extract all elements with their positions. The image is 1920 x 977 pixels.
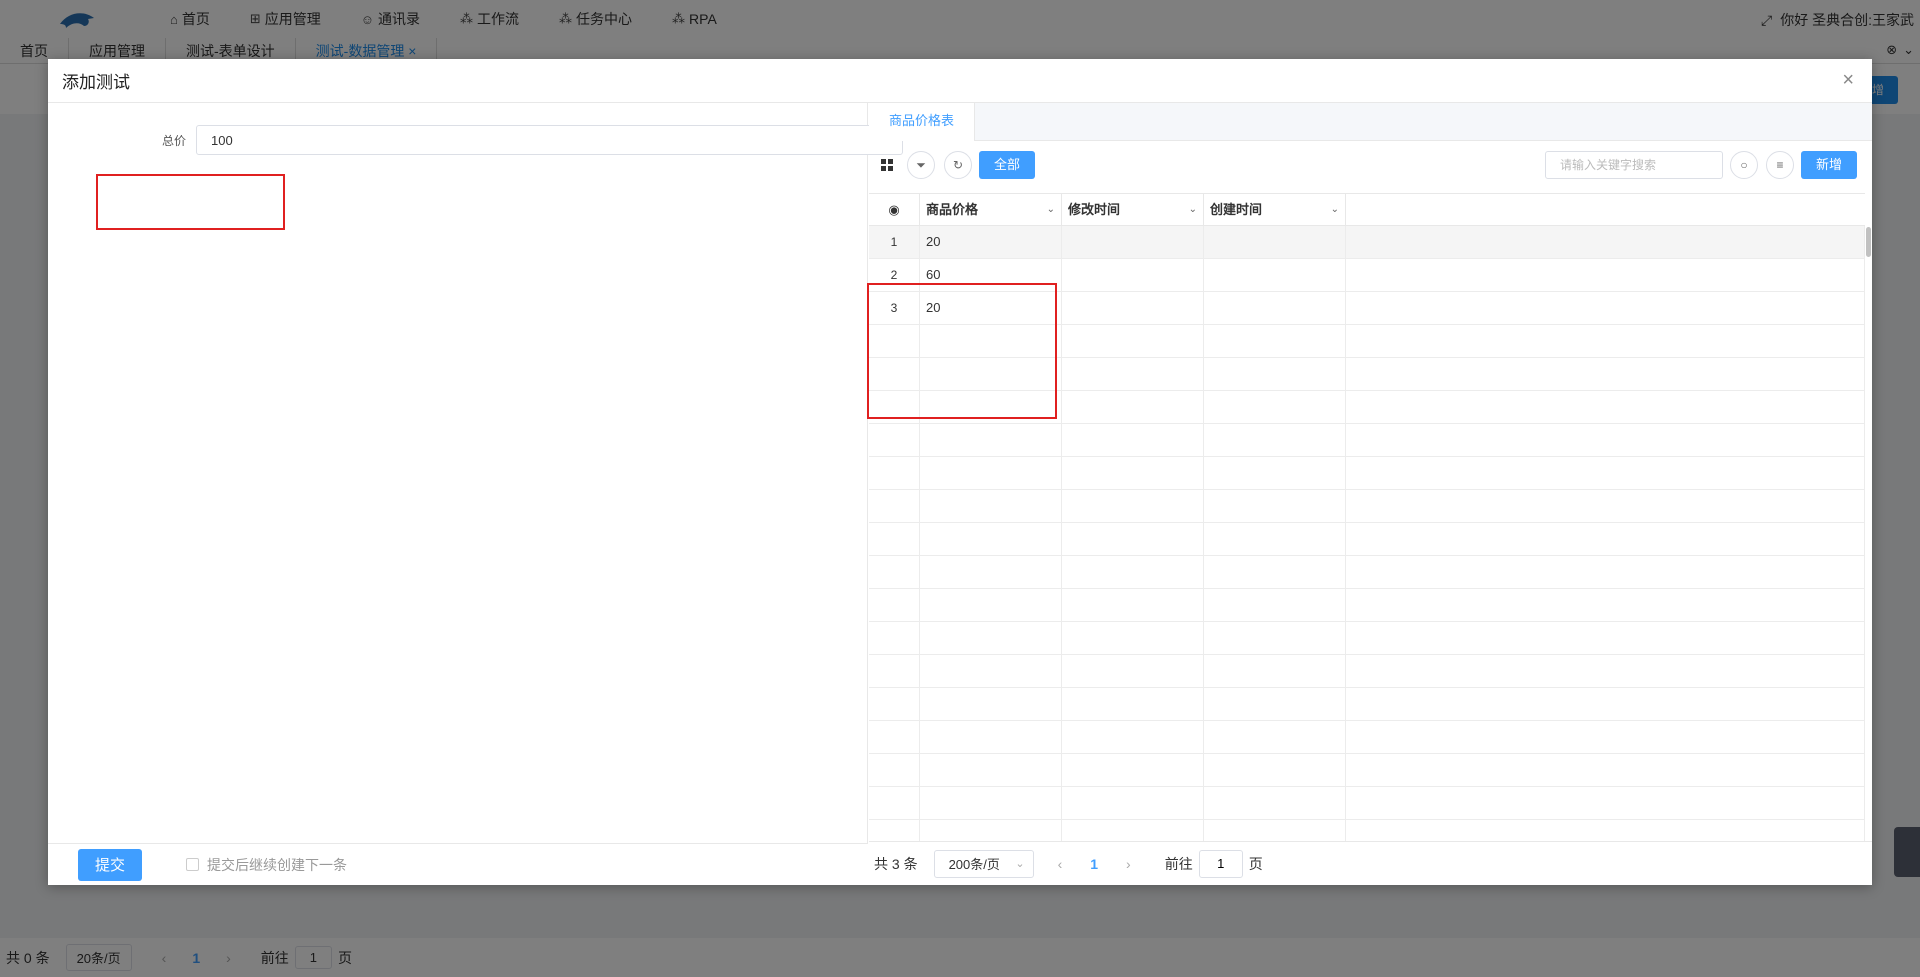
add-row-button[interactable]: 新增 bbox=[1801, 151, 1857, 179]
submit-button[interactable]: 提交 bbox=[78, 848, 142, 881]
empty-table-row bbox=[869, 754, 1865, 787]
highlight-box-total bbox=[96, 174, 285, 230]
form-footer: 提交 提交后继续创建下一条 bbox=[48, 843, 868, 885]
total-price-input[interactable] bbox=[196, 125, 903, 155]
continue-create-checkbox[interactable] bbox=[186, 858, 199, 871]
chevron-down-icon[interactable]: ⌄ bbox=[1331, 194, 1339, 226]
column-header-price[interactable]: 商品价格 ⌄ bbox=[920, 194, 1062, 226]
total-count: 共 3 条 bbox=[874, 855, 918, 872]
refresh-icon[interactable]: ↻ bbox=[944, 151, 972, 179]
empty-table-row bbox=[869, 721, 1865, 754]
empty-table-row bbox=[869, 688, 1865, 721]
empty-table-row bbox=[869, 424, 1865, 457]
page-size-select[interactable]: 200条/页 ⌄ bbox=[933, 849, 1034, 878]
form-pane: 总价 bbox=[48, 103, 903, 843]
empty-table-row bbox=[869, 655, 1865, 688]
table-row[interactable]: 1 20 bbox=[869, 226, 1865, 259]
chevron-down-icon[interactable]: ⌄ bbox=[1047, 194, 1055, 226]
column-header-created[interactable]: 创建时间 ⌄ bbox=[1204, 194, 1346, 226]
subtable-pagination: 共 3 条 200条/页⌄ ‹ 1 › 前往 页 bbox=[869, 841, 1872, 885]
price-cell[interactable]: 20 bbox=[920, 226, 1062, 258]
tab-price-table[interactable]: 商品价格表 bbox=[869, 103, 976, 141]
close-icon[interactable]: × bbox=[1842, 69, 1854, 92]
empty-table-row bbox=[869, 820, 1865, 841]
empty-table-row bbox=[869, 523, 1865, 556]
dialog-header: 添加测试 bbox=[48, 59, 1872, 103]
table-header: ◉ 商品价格 ⌄ 修改时间 ⌄ 创建时间 ⌄ bbox=[869, 193, 1865, 226]
column-header-modified[interactable]: 修改时间 ⌄ bbox=[1062, 194, 1204, 226]
table-scrollbar[interactable] bbox=[1866, 227, 1871, 257]
add-test-dialog: 添加测试 × 总价 提交 提交后继续创建下一条 商品价格表 ⏷ ↻ 全部 ○ ≡… bbox=[48, 59, 1872, 885]
empty-table-row bbox=[869, 556, 1865, 589]
continue-create-option[interactable]: 提交后继续创建下一条 bbox=[186, 855, 347, 875]
goto-page-input[interactable] bbox=[1198, 849, 1243, 878]
filter-icon[interactable]: ⏷ bbox=[907, 151, 935, 179]
subtable-tabs: 商品价格表 bbox=[869, 103, 1872, 141]
next-page-icon[interactable]: › bbox=[1126, 856, 1131, 872]
total-price-row: 总价 bbox=[128, 125, 903, 155]
keyword-search-input[interactable] bbox=[1545, 151, 1723, 179]
continue-create-label: 提交后继续创建下一条 bbox=[207, 856, 347, 873]
empty-table-row bbox=[869, 787, 1865, 820]
chat-float-button[interactable] bbox=[1894, 827, 1920, 877]
dialog-title: 添加测试 bbox=[62, 73, 130, 92]
chevron-down-icon: ⌄ bbox=[1015, 858, 1025, 870]
empty-table-row bbox=[869, 589, 1865, 622]
highlight-box-rows bbox=[867, 283, 1057, 419]
current-page[interactable]: 1 bbox=[1090, 856, 1098, 872]
search-icon[interactable]: ○ bbox=[1730, 151, 1758, 179]
total-price-label: 总价 bbox=[161, 133, 186, 148]
grid-view-icon[interactable] bbox=[881, 159, 893, 171]
empty-table-row bbox=[869, 457, 1865, 490]
subtable-pane: 商品价格表 ⏷ ↻ 全部 ○ ≡ 新增 ◉ 商品价格⌄ 修改时间⌄ 创建时间⌄ … bbox=[867, 103, 1872, 885]
all-button[interactable]: 全部 bbox=[979, 151, 1035, 179]
visibility-eye-icon[interactable]: ◉ bbox=[869, 194, 920, 226]
page-label: 页 bbox=[1248, 855, 1263, 872]
column-settings-icon[interactable]: ≡ bbox=[1766, 151, 1794, 179]
goto-label: 前往 bbox=[1164, 855, 1193, 872]
empty-table-row bbox=[869, 622, 1865, 655]
prev-page-icon[interactable]: ‹ bbox=[1058, 856, 1063, 872]
empty-table-row bbox=[869, 490, 1865, 523]
chevron-down-icon[interactable]: ⌄ bbox=[1189, 194, 1197, 226]
subtable-toolbar: ⏷ ↻ 全部 ○ ≡ 新增 bbox=[869, 141, 1872, 187]
